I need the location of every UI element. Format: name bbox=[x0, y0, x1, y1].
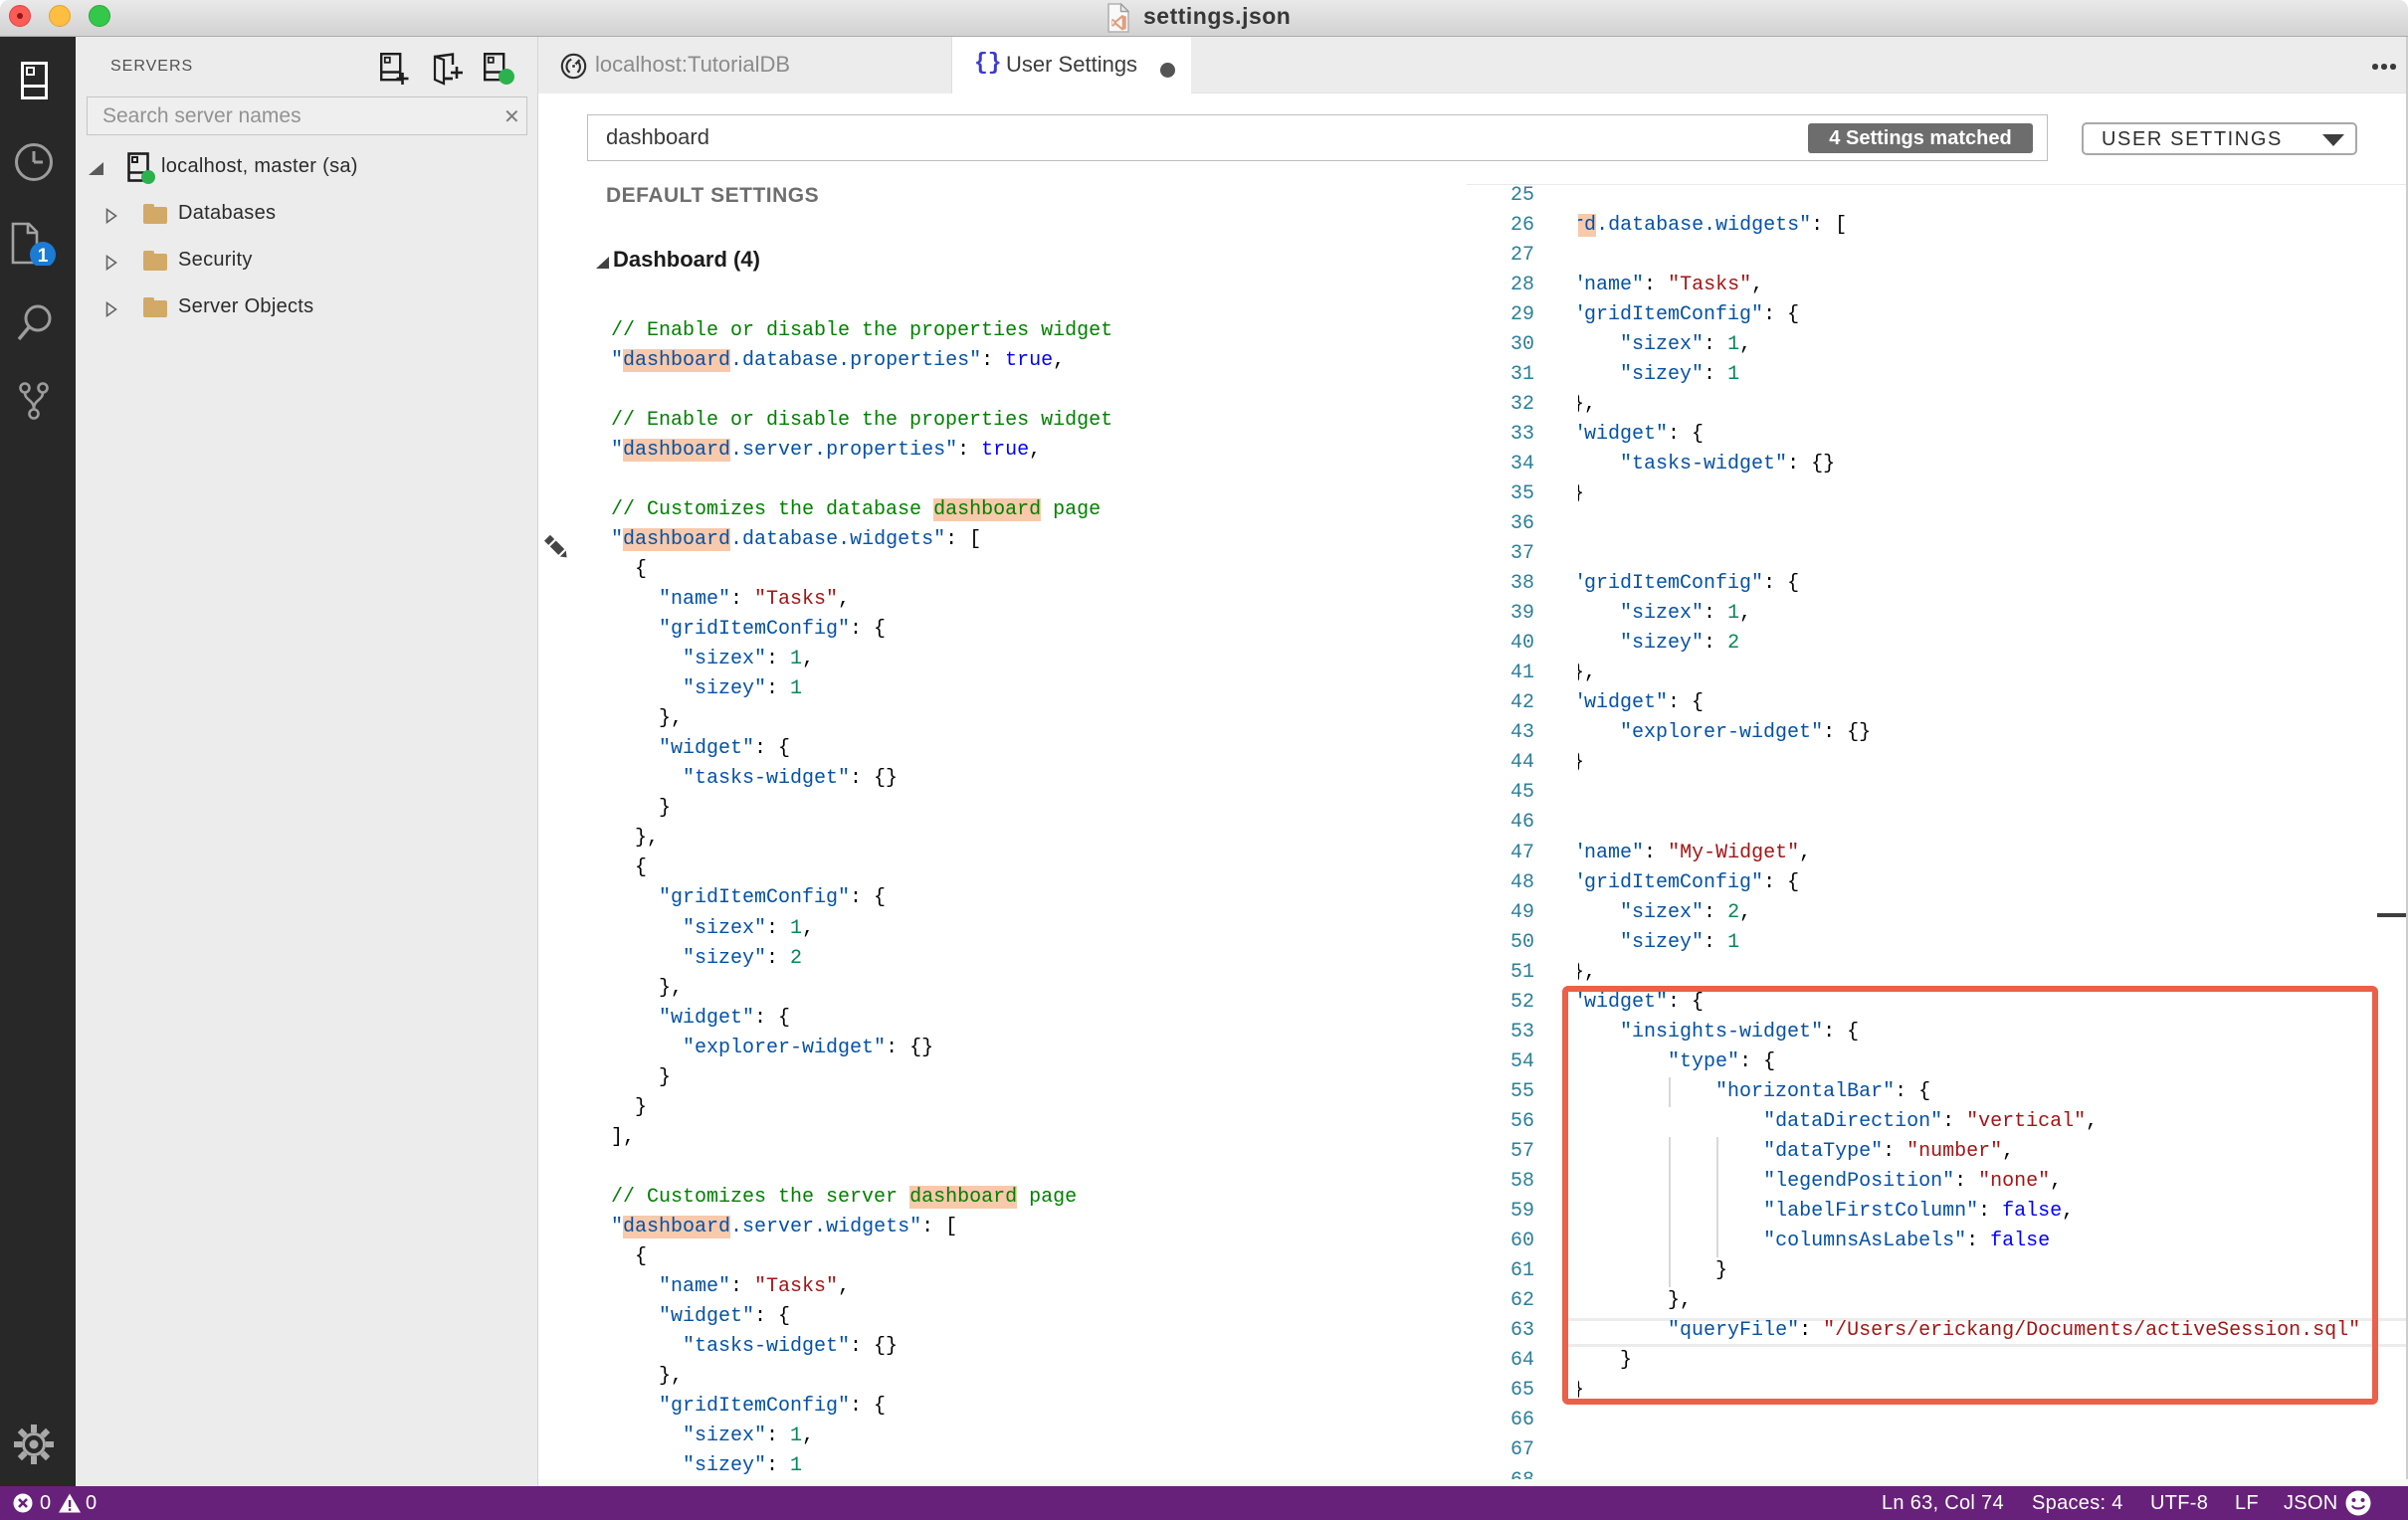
svg-text:1: 1 bbox=[38, 246, 49, 266]
